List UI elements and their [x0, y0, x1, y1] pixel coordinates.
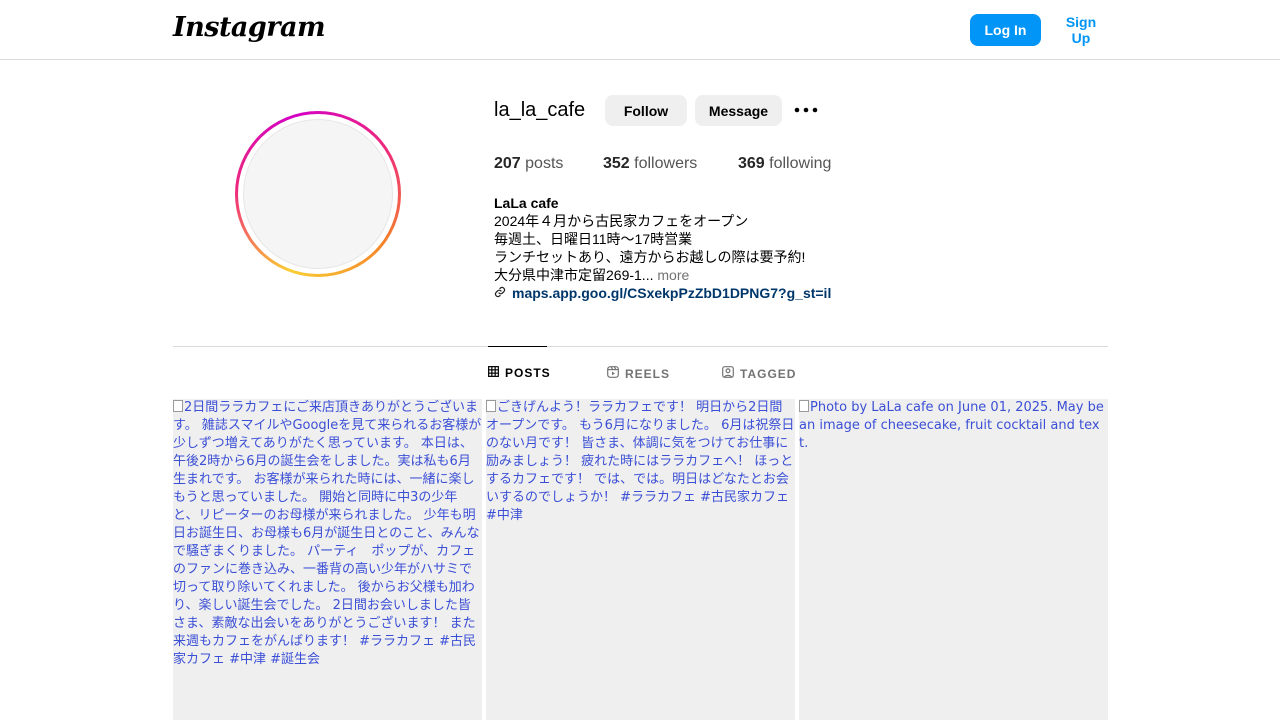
bio-link-text: maps.app.goo.gl/CSxekpPzZbD1DPNG7?g_st=i…: [512, 285, 832, 301]
posts-count: 207 posts: [494, 155, 563, 173]
signup-button[interactable]: Sign Up: [1051, 14, 1111, 46]
following-count[interactable]: 369 following: [738, 155, 831, 173]
tagged-icon: [722, 366, 734, 381]
message-button[interactable]: Message: [695, 95, 782, 126]
post-tile[interactable]: ごきげんよう！ララカフェです！ 明日から2日間オープンです。 もう6月になりまし…: [486, 399, 795, 720]
broken-image-icon: [799, 400, 809, 412]
profile-bio: LaLa cafe 2024年４月から古民家カフェをオープン 毎週土、日曜日11…: [494, 194, 894, 284]
tabs-divider: [173, 346, 1108, 347]
post-alt-text: 2日間ララカフェにご来店頂きありがとうございます。 雑誌スマイルやGoogleを…: [173, 399, 482, 669]
tab-reels[interactable]: REELS: [607, 366, 670, 381]
followers-count-value: 352: [603, 155, 630, 172]
bio-external-link[interactable]: maps.app.goo.gl/CSxekpPzZbD1DPNG7?g_st=i…: [494, 285, 831, 301]
tab-tagged-label: TAGGED: [740, 366, 797, 381]
bio-line: 2024年４月から古民家カフェをオープン: [494, 213, 749, 229]
posts-count-label: posts: [525, 155, 564, 172]
more-options-icon[interactable]: [793, 98, 819, 122]
reels-icon: [607, 366, 619, 381]
bio-line: ランチセットあり、遠方からお越しの際は要予約!: [494, 249, 806, 265]
bio-line-text: 大分県中津市定留269-1...: [494, 267, 654, 283]
instagram-logo[interactable]: Instagram: [173, 12, 326, 43]
top-nav: Instagram Log In Sign Up: [0, 0, 1280, 60]
post-alt-text-value: 2日間ララカフェにご来店頂きありがとうございます。 雑誌スマイルやGoogleを…: [173, 400, 482, 667]
broken-image-icon: [173, 400, 183, 412]
bio-more-link[interactable]: more: [657, 267, 689, 283]
tab-posts-label: POSTS: [505, 366, 551, 380]
login-button[interactable]: Log In: [970, 14, 1041, 46]
avatar-border: [238, 114, 398, 274]
profile-username: la_la_cafe: [494, 99, 586, 121]
active-tab-indicator: [488, 346, 547, 347]
post-alt-text: Photo by LaLa cafe on June 01, 2025. May…: [799, 399, 1108, 453]
following-count-value: 369: [738, 155, 765, 172]
bio-line-last: 大分県中津市定留269-1... more: [494, 266, 894, 284]
link-icon: [494, 285, 506, 301]
followers-count[interactable]: 352 followers: [603, 155, 697, 173]
follow-button[interactable]: Follow: [605, 95, 687, 126]
grid-icon: [488, 366, 499, 380]
avatar: [243, 119, 393, 269]
tab-posts[interactable]: POSTS: [488, 366, 551, 380]
bio-name: LaLa cafe: [494, 195, 559, 211]
bio-line: 毎週土、日曜日11時〜17時営業: [494, 231, 693, 247]
post-alt-text-value: Photo by LaLa cafe on June 01, 2025. May…: [799, 400, 1104, 451]
broken-image-icon: [486, 400, 496, 412]
post-alt-text-value: ごきげんよう！ララカフェです！ 明日から2日間オープンです。 もう6月になりまし…: [486, 400, 795, 523]
post-tile[interactable]: Photo by LaLa cafe on June 01, 2025. May…: [799, 399, 1108, 720]
posts-count-value: 207: [494, 155, 521, 172]
tab-reels-label: REELS: [625, 366, 671, 381]
post-alt-text: ごきげんよう！ララカフェです！ 明日から2日間オープンです。 もう6月になりまし…: [486, 399, 795, 525]
following-count-label: following: [769, 155, 832, 172]
tab-tagged[interactable]: TAGGED: [722, 366, 796, 381]
profile-avatar-ring[interactable]: [235, 111, 401, 277]
followers-count-label: followers: [634, 155, 698, 172]
post-tile[interactable]: 2日間ララカフェにご来店頂きありがとうございます。 雑誌スマイルやGoogleを…: [173, 399, 482, 720]
